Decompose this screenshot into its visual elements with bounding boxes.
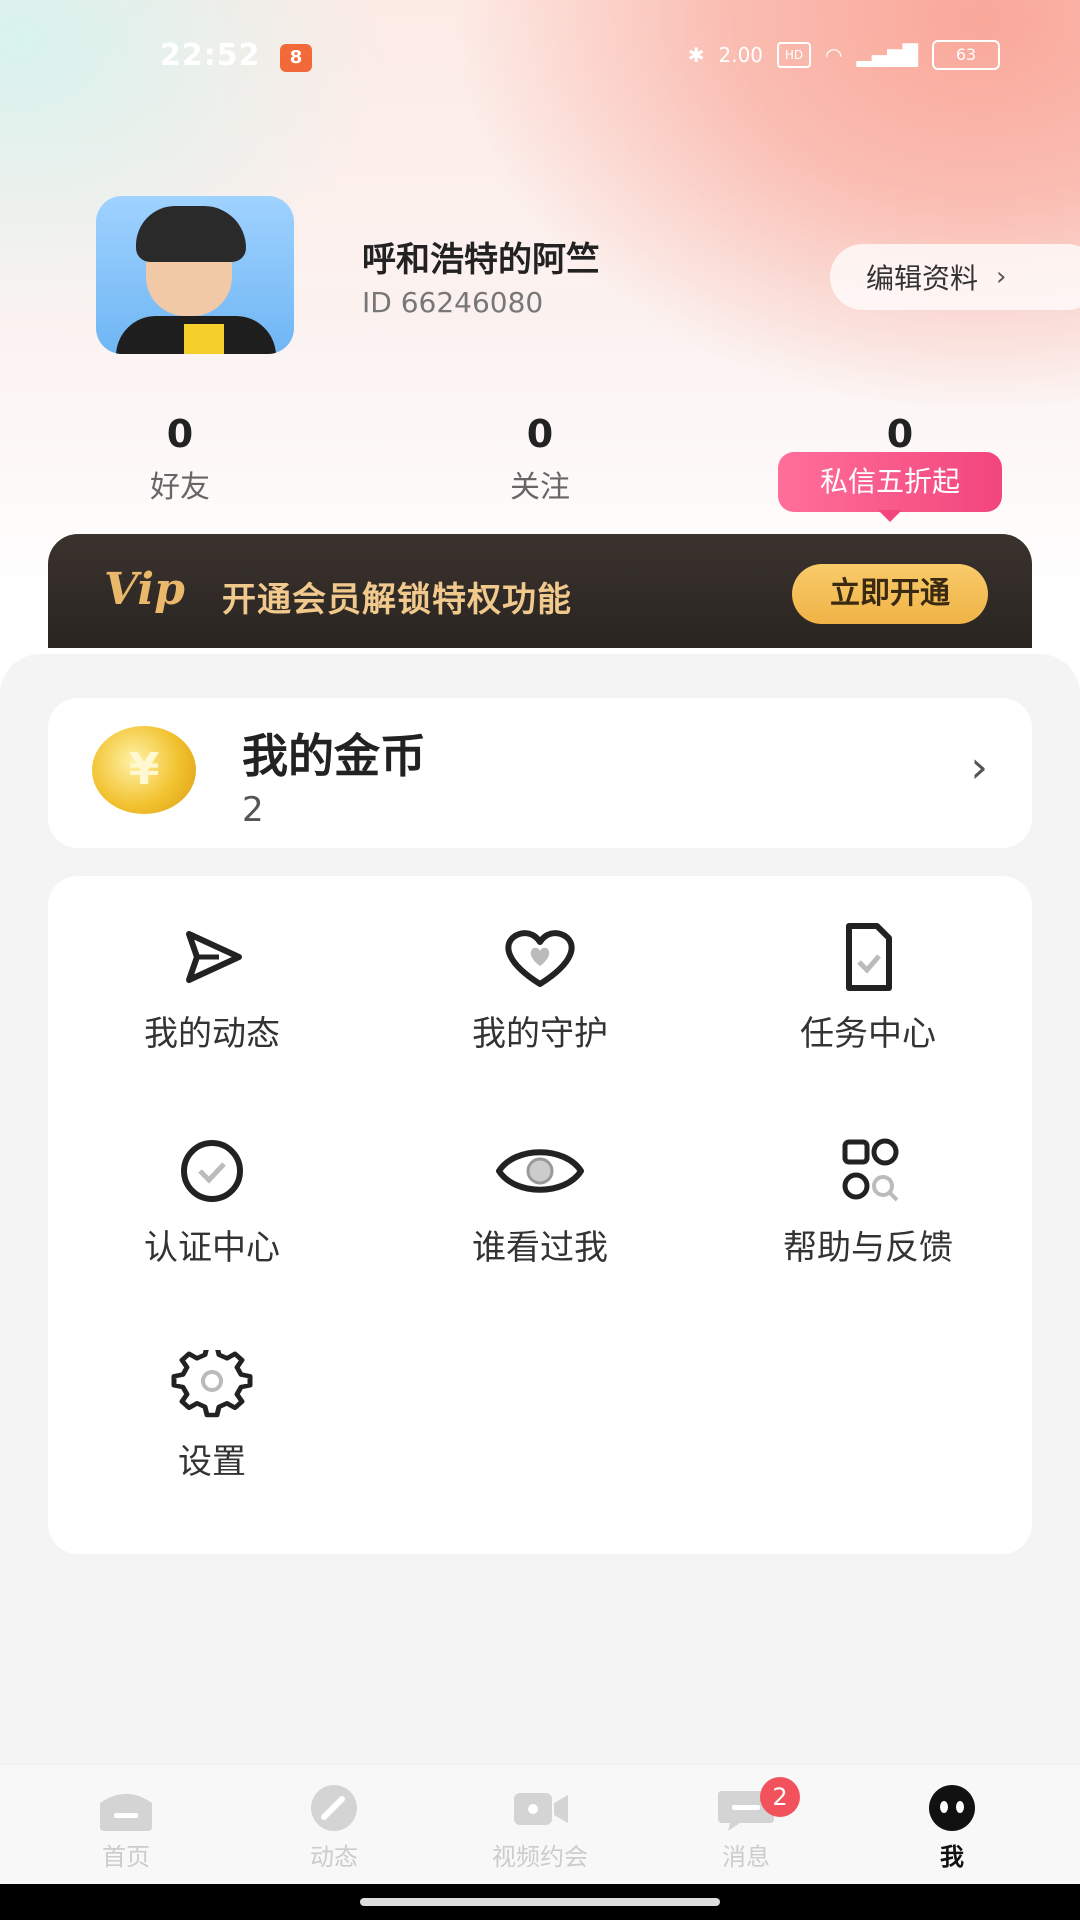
nav-messages[interactable]: 2 消息 (638, 1777, 854, 1872)
stat-label: 关注 (510, 470, 570, 505)
status-bar: 22:52 8 ✱ 2.00 HD ◠ ▂▄▆█ 63 (0, 30, 1080, 86)
send-icon (186, 931, 242, 983)
nav-label: 首页 (102, 1843, 150, 1871)
stat-following[interactable]: 0 关注 (440, 412, 640, 506)
status-icons: ✱ 2.00 HD ◠ ▂▄▆█ 63 (688, 40, 1000, 70)
hd-icon: HD (777, 42, 812, 68)
avatar-stripe (184, 324, 224, 354)
menu-item-visitors[interactable]: 谁看过我 (376, 1136, 704, 1269)
bottom-navigation: 首页 动态 视频约会 2 消息 我 (0, 1764, 1080, 1885)
edit-profile-label: 编辑资料 (866, 262, 979, 295)
stat-value: 0 (886, 412, 914, 456)
menu-item-label: 设置 (178, 1442, 246, 1482)
profile-face-icon (929, 1785, 975, 1831)
user-id: ID 66246080 (362, 286, 544, 319)
menu-item-settings[interactable]: 设置 (48, 1350, 376, 1483)
nav-label: 动态 (310, 1843, 358, 1871)
status-time: 22:52 (160, 38, 261, 73)
vip-banner[interactable]: Vip 开通会员解锁特权功能 立即开通 (48, 534, 1032, 648)
vip-logo: Vip (104, 564, 185, 615)
menu-item-guardian[interactable]: 我的守护 (376, 922, 704, 1055)
menu-item-label: 我的动态 (144, 1014, 280, 1054)
heart-icon (505, 930, 575, 987)
menu-item-my-posts[interactable]: 我的动态 (48, 922, 376, 1055)
message-discount-tag: 私信五折起 (778, 452, 1002, 522)
apps-search-icon (842, 1138, 899, 1202)
gesture-bar-area (0, 1884, 1080, 1920)
document-check-icon (846, 923, 892, 991)
menu-item-verification[interactable]: 认证中心 (48, 1136, 376, 1269)
vip-open-button[interactable]: 立即开通 (792, 564, 988, 624)
stat-label: 好友 (150, 470, 210, 505)
chevron-right-icon: › (970, 742, 988, 793)
menu-item-label: 我的守护 (472, 1014, 608, 1054)
coins-title: 我的金币 (242, 729, 426, 783)
notification-app-icon: 8 (280, 44, 312, 72)
menu-item-label: 认证中心 (144, 1228, 280, 1268)
coins-card[interactable]: ¥ 我的金币 2 › (48, 698, 1032, 848)
bluetooth-icon: ✱ (687, 43, 705, 67)
nav-label: 我 (940, 1843, 964, 1871)
nav-me[interactable]: 我 (844, 1783, 1060, 1872)
menu-item-task-center[interactable]: 任务中心 (704, 922, 1032, 1055)
nav-home[interactable]: 首页 (18, 1783, 234, 1872)
stat-third[interactable]: 0 (800, 412, 1000, 456)
battery-icon: 63 (932, 40, 1000, 70)
signal-icon: ▂▄▆█ (856, 43, 918, 67)
stat-value: 0 (166, 412, 194, 456)
coin-icon: ¥ (92, 726, 196, 814)
nav-label: 视频约会 (492, 1843, 588, 1871)
edit-profile-button[interactable]: 编辑资料 › (830, 244, 1080, 310)
avatar[interactable] (96, 196, 294, 354)
check-circle-icon (181, 1140, 243, 1202)
stat-value: 0 (526, 412, 554, 456)
menu-item-label: 任务中心 (800, 1014, 936, 1054)
vip-text: 开通会员解锁特权功能 (222, 580, 572, 620)
gear-icon (171, 1350, 253, 1418)
network-speed: 2.00 (718, 43, 764, 67)
video-icon (514, 1793, 568, 1825)
home-icon (100, 1794, 152, 1831)
unread-badge: 2 (760, 1777, 800, 1817)
nickname: 呼和浩特的阿竺 (362, 240, 600, 280)
coins-value: 2 (242, 790, 264, 830)
nav-moments[interactable]: 动态 (226, 1783, 442, 1872)
nav-video-date[interactable]: 视频约会 (432, 1783, 648, 1872)
stat-friends[interactable]: 0 好友 (80, 412, 280, 506)
avatar-hair (136, 206, 246, 262)
wifi-icon: ◠ (825, 43, 843, 67)
home-indicator[interactable] (360, 1898, 720, 1906)
menu-item-label: 谁看过我 (472, 1228, 608, 1268)
chevron-right-icon: › (996, 262, 1007, 292)
menu-item-help-feedback[interactable]: 帮助与反馈 (704, 1136, 1032, 1269)
menu-grid: 我的动态 我的守护 任务中心 认证中心 谁看过我 帮助与反馈 设置 (48, 876, 1032, 1554)
eye-icon (496, 1149, 584, 1193)
menu-item-label: 帮助与反馈 (783, 1228, 953, 1268)
pencil-icon (311, 1785, 357, 1831)
nav-label: 消息 (722, 1843, 770, 1871)
